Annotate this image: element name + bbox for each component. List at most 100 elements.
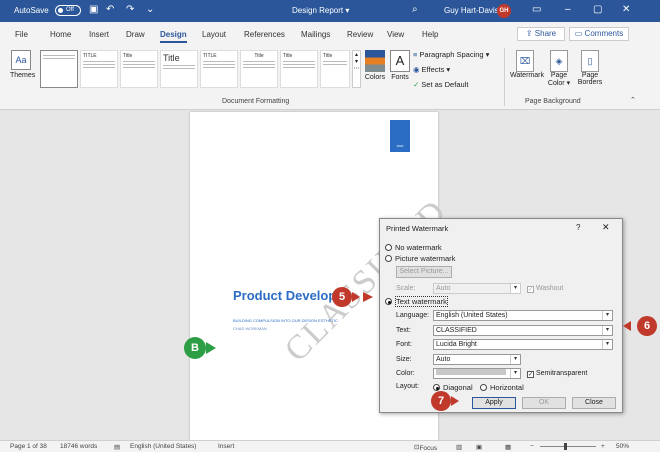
word-count[interactable]: 18746 words — [60, 443, 97, 450]
redo-icon[interactable]: ↷ — [126, 4, 134, 15]
style-set-thumb[interactable] — [40, 50, 78, 88]
save-icon[interactable]: ▣ — [89, 4, 98, 15]
ribbon-display-icon[interactable]: ▭ — [532, 4, 541, 15]
washout-checkbox[interactable]: ✓ Washout — [527, 285, 563, 293]
colors-label: Colors — [364, 74, 386, 81]
effects-button[interactable]: ◉ Effects ▾ — [413, 65, 489, 74]
share-label: Share — [534, 29, 557, 38]
tab-references[interactable]: References — [244, 30, 285, 39]
tab-home[interactable]: Home — [50, 30, 71, 39]
tab-mailings[interactable]: Mailings — [301, 30, 330, 39]
document-subtitle: BUILDING COMPULSION INTO OUR DESIGN ESTH… — [233, 318, 338, 323]
style-set-thumb[interactable]: Title — [320, 50, 350, 88]
tab-help[interactable]: Help — [422, 30, 438, 39]
radio-icon — [433, 384, 440, 391]
apply-button[interactable]: Apply — [472, 397, 516, 409]
comments-button[interactable]: ▭ Comments — [569, 27, 629, 41]
size-select[interactable]: Auto ▾ — [433, 354, 521, 365]
zoom-out-icon[interactable]: − — [530, 443, 534, 450]
set-as-default-button[interactable]: ✓ Set as Default — [413, 80, 489, 89]
semitransparent-checkbox[interactable]: ✓ Semitransparent — [527, 370, 587, 378]
no-watermark-radio[interactable]: No watermark — [385, 243, 442, 252]
style-set-thumb[interactable]: Title — [120, 50, 158, 88]
paragraph-spacing-button[interactable]: ≡ Paragraph Spacing ▾ — [413, 50, 489, 59]
callout-arrow — [623, 321, 631, 331]
style-set-thumb[interactable]: TITLE — [80, 50, 118, 88]
page-color-icon: ◈ — [550, 50, 568, 72]
undo-icon[interactable]: ↶ — [106, 4, 114, 15]
close-icon[interactable]: ✕ — [622, 4, 630, 15]
color-swatch — [436, 369, 506, 375]
tab-layout[interactable]: Layout — [202, 30, 226, 39]
themes-icon: Aa — [11, 50, 31, 70]
title-bar: AutoSave Off ▣ ↶ ↷ ⌄ Design Report ▾ ⌕ G… — [0, 0, 660, 22]
page-color-button[interactable]: ◈ Page Color ▾ — [544, 50, 574, 87]
insert-mode[interactable]: Insert — [218, 443, 234, 450]
language-select[interactable]: English (United States) ▾ — [433, 310, 613, 321]
avatar[interactable]: GH — [497, 4, 511, 18]
style-set-thumb[interactable]: Title — [240, 50, 278, 88]
ok-button[interactable]: OK — [522, 397, 566, 409]
color-label: Color: — [396, 370, 415, 377]
size-label: Size: — [396, 356, 412, 363]
scale-select[interactable]: Auto ▾ — [433, 283, 521, 294]
color-select[interactable]: ▾ — [433, 368, 521, 379]
page-color-label: Page Color ▾ — [547, 72, 571, 87]
customize-toolbar-icon[interactable]: ⌄ — [146, 4, 154, 15]
themes-button[interactable]: Aa Themes — [10, 50, 35, 100]
close-button[interactable]: Close — [572, 397, 616, 409]
print-layout-icon[interactable]: ▣ — [476, 443, 482, 451]
web-layout-icon[interactable]: ▦ — [505, 443, 511, 451]
tab-draw[interactable]: Draw — [126, 30, 145, 39]
fonts-button[interactable]: A Fonts — [389, 50, 411, 81]
status-bar: Page 1 of 38 18746 words ▤ English (Unit… — [0, 440, 660, 452]
document-title[interactable]: Design Report ▾ — [292, 6, 349, 15]
gallery-scroll[interactable]: ▴ ▾ ⋯ — [352, 50, 361, 88]
zoom-slider-thumb[interactable] — [564, 443, 567, 450]
picture-watermark-radio[interactable]: Picture watermark — [385, 254, 455, 263]
ribbon-design: Aa Themes TITLE Title Title TITLE Title … — [0, 44, 660, 110]
style-set-thumb[interactable]: Title — [160, 50, 198, 88]
close-icon[interactable]: ✕ — [602, 222, 610, 233]
fonts-label: Fonts — [391, 74, 409, 81]
tab-file[interactable]: File — [15, 30, 28, 39]
font-select[interactable]: Lucida Bright ▾ — [433, 339, 613, 350]
minimize-icon[interactable]: – — [565, 4, 571, 15]
chevron-down-icon: ▾ — [510, 369, 520, 378]
tab-review[interactable]: Review — [347, 30, 373, 39]
proofing-icon[interactable]: ▤ — [114, 443, 120, 451]
watermark-button[interactable]: ⌧ Watermark — [510, 50, 544, 79]
share-button[interactable]: ⇪ Share — [517, 27, 565, 41]
collapse-ribbon-icon[interactable]: ⌃ — [630, 96, 636, 104]
read-mode-icon[interactable]: ▥ — [456, 443, 462, 451]
checkbox-icon: ✓ — [527, 371, 534, 378]
dialog-title: Printed Watermark — [386, 224, 449, 233]
zoom-level[interactable]: 50% — [616, 443, 629, 450]
language-status[interactable]: English (United States) — [130, 443, 196, 450]
horizontal-radio[interactable]: Horizontal — [480, 383, 524, 392]
help-icon[interactable]: ? — [576, 223, 580, 232]
tab-view[interactable]: View — [387, 30, 404, 39]
chevron-down-icon: ▾ — [602, 326, 612, 335]
select-picture-button[interactable]: Select Picture... — [396, 266, 452, 278]
zoom-slider[interactable] — [540, 446, 596, 447]
paragraph-spacing-icon: ≡ — [413, 50, 418, 59]
ribbon-tabs: File Home Insert Draw Design Layout Refe… — [0, 22, 660, 44]
tab-insert[interactable]: Insert — [89, 30, 109, 39]
text-input[interactable]: CLASSIFIED ▾ — [433, 325, 613, 336]
search-icon[interactable]: ⌕ — [412, 4, 418, 15]
radio-icon — [480, 384, 487, 391]
text-watermark-radio[interactable]: Text watermark — [385, 296, 448, 307]
zoom-in-icon[interactable]: + — [601, 443, 605, 450]
user-name[interactable]: Guy Hart-Davis — [444, 6, 499, 15]
tab-design[interactable]: Design — [160, 30, 187, 43]
colors-button[interactable]: Colors — [364, 50, 386, 81]
layout-label: Layout: — [396, 383, 419, 390]
page-borders-button[interactable]: ▯ Page Borders — [575, 50, 605, 86]
page-count[interactable]: Page 1 of 38 — [10, 443, 47, 450]
style-set-thumb[interactable]: TITLE — [200, 50, 238, 88]
maximize-icon[interactable]: ▢ — [593, 4, 602, 15]
style-set-thumb[interactable]: Title — [280, 50, 318, 88]
autosave-toggle[interactable]: Off — [55, 5, 81, 16]
focus-button[interactable]: ⊡ Focus — [414, 443, 437, 452]
